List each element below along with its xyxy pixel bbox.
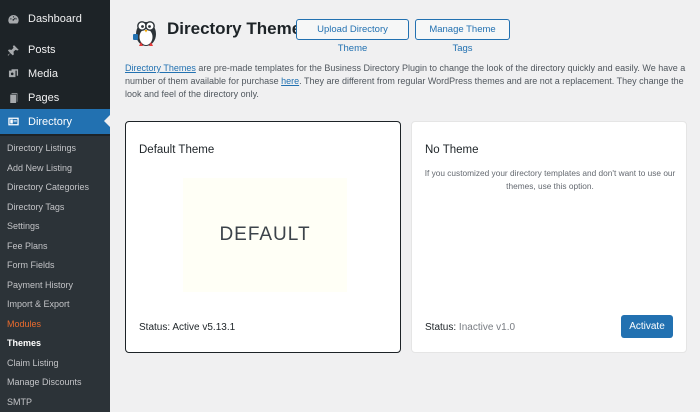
submenu-settings[interactable]: Settings — [0, 217, 110, 237]
menu-directory-label: Directory — [28, 115, 73, 128]
menu-posts[interactable]: Posts — [0, 38, 110, 62]
media-icon — [6, 67, 20, 81]
menu-pages[interactable]: Pages — [0, 86, 110, 110]
no-theme-description: If you customized your directory templat… — [424, 168, 676, 191]
menu-media-label: Media — [28, 68, 58, 80]
submenu-form-fields[interactable]: Form Fields — [0, 256, 110, 276]
page-title: Directory Themes — [167, 19, 311, 38]
directory-submenu: Directory Listings Add New Listing Direc… — [0, 136, 110, 412]
plugin-logo — [130, 14, 162, 48]
manage-theme-tags-button[interactable]: Manage Theme Tags — [415, 19, 510, 54]
admin-sidebar: Dashboard Posts Media Pages Directory Di… — [0, 0, 110, 412]
submenu-directory-categories[interactable]: Directory Categories — [0, 178, 110, 198]
submenu-directory-listings[interactable]: Directory Listings — [0, 139, 110, 159]
submenu-directory-tags[interactable]: Directory Tags — [0, 198, 110, 218]
no-theme-status-prefix: Status: — [425, 322, 457, 333]
menu-media[interactable]: Media — [0, 62, 110, 86]
default-preview-text: DEFAULT — [219, 224, 311, 245]
submenu-modules[interactable]: Modules — [0, 315, 110, 335]
directory-icon — [6, 115, 20, 129]
menu-posts-label: Posts — [28, 44, 56, 56]
menu-dashboard-label: Dashboard — [28, 13, 82, 25]
main-content: Directory Themes Upload Directory Theme … — [110, 0, 700, 412]
submenu-payment-history[interactable]: Payment History — [0, 276, 110, 296]
upload-theme-button[interactable]: Upload Directory Theme — [296, 19, 409, 54]
no-theme-status-value: Inactive v1.0 — [456, 322, 516, 333]
default-theme-status: Status: Active v5.13.1 — [139, 322, 236, 333]
default-theme-title: Default Theme — [139, 144, 215, 156]
no-theme-card[interactable]: No Theme If you customized your director… — [411, 121, 687, 353]
submenu-themes[interactable]: Themes — [0, 334, 110, 354]
pin-icon — [6, 43, 20, 57]
submenu-fee-plans[interactable]: Fee Plans — [0, 237, 110, 257]
menu-directory[interactable]: Directory — [0, 109, 110, 134]
dashboard-icon — [6, 12, 20, 26]
no-theme-title: No Theme — [425, 144, 479, 156]
default-theme-preview: DEFAULT — [183, 178, 347, 292]
here-link[interactable]: here — [281, 76, 299, 86]
submenu-manage-discounts[interactable]: Manage Discounts — [0, 373, 110, 393]
description: Directory Themes are pre-made templates … — [125, 62, 693, 101]
submenu-add-new-listing[interactable]: Add New Listing — [0, 159, 110, 179]
submenu-import-export[interactable]: Import & Export — [0, 295, 110, 315]
submenu-claim-listing[interactable]: Claim Listing — [0, 354, 110, 374]
pages-icon — [6, 91, 20, 105]
default-theme-card[interactable]: Default Theme DEFAULT Status: Active v5.… — [125, 121, 401, 353]
directory-themes-link[interactable]: Directory Themes — [125, 63, 196, 73]
no-theme-status: Status: Inactive v1.0 — [425, 322, 515, 333]
activate-button[interactable]: Activate — [621, 315, 673, 338]
submenu-smtp[interactable]: SMTP — [0, 393, 110, 412]
menu-pages-label: Pages — [28, 92, 60, 104]
menu-dashboard[interactable]: Dashboard — [0, 7, 110, 31]
